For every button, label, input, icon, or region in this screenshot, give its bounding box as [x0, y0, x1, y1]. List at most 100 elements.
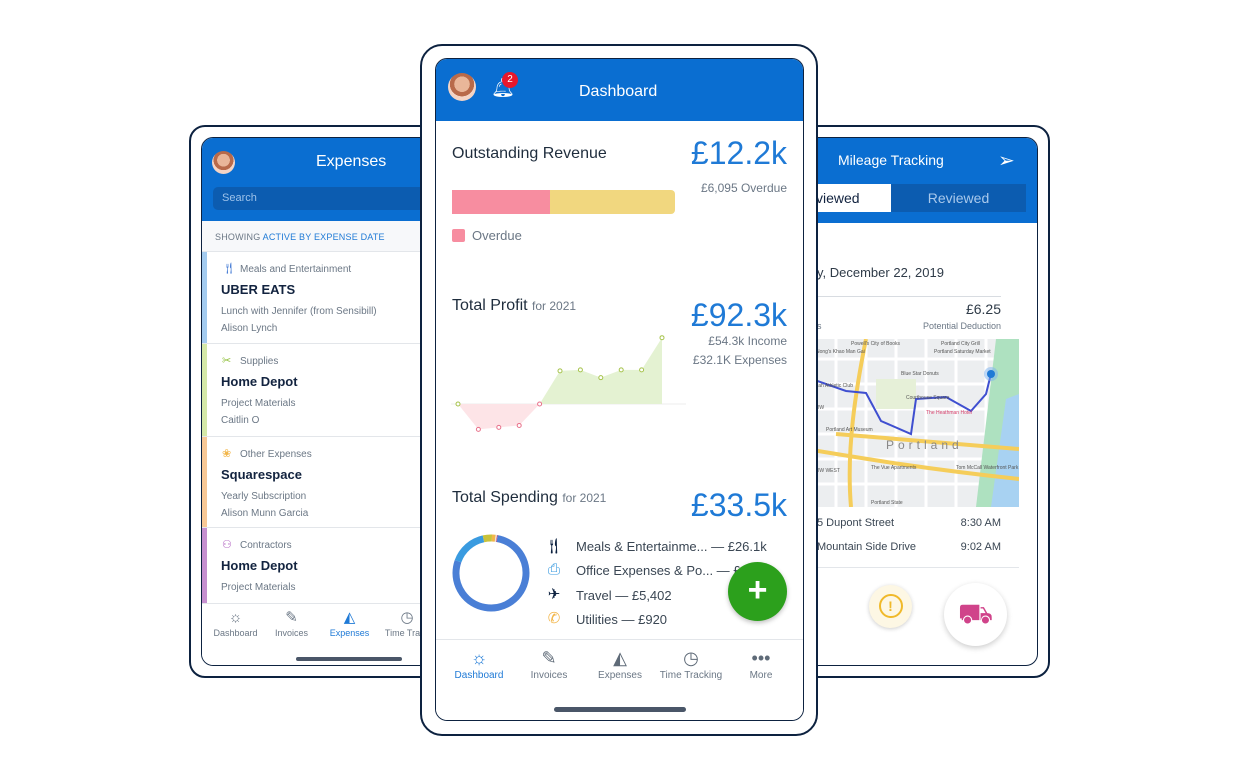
tab-dashboard[interactable]: ☼ Dashboard — [441, 646, 517, 681]
svg-text:Portland City Grill: Portland City Grill — [941, 341, 980, 347]
profit-value: £92.3k — [690, 297, 787, 333]
tools-icon: ✂ — [222, 355, 232, 367]
spending-donut — [452, 534, 530, 612]
business-trip-button[interactable]: ⛟ — [944, 583, 1007, 646]
tab-time-tracking[interactable]: ◷ Time Tracking — [653, 646, 729, 681]
total-profit-card[interactable]: Total Profit for 2021 £92.3k £54.3k Inco… — [436, 291, 803, 481]
tab-expenses[interactable]: ◭ Expenses — [582, 646, 658, 681]
add-button[interactable]: + — [728, 562, 787, 621]
stop-time: 9:02 AM — [960, 541, 1001, 553]
tab-dashboard[interactable]: ☼ Dashboard — [208, 608, 263, 638]
sun-icon: ☼ — [470, 648, 488, 668]
page-title: Dashboard — [579, 83, 658, 100]
expense-category: Meals and Entertainment — [240, 264, 352, 275]
phone-icon: ✆ — [547, 610, 561, 627]
profit-chart — [451, 335, 686, 432]
svg-text:Portland Saturday Market: Portland Saturday Market — [934, 349, 991, 355]
expense-category: Contractors — [240, 540, 292, 551]
spending-item: Meals & Entertainme... — £26.1k — [576, 539, 767, 554]
revenue-bar — [452, 190, 675, 214]
notification-badge: 2 — [502, 72, 518, 88]
tab-label: Dashboard — [213, 628, 258, 638]
pizza-icon: ◭ — [613, 648, 627, 668]
route-map[interactable]: Powell's City of Books Portland City Gril… — [806, 339, 1019, 507]
outstanding-value: £12.2k — [690, 135, 787, 171]
donut-segment — [452, 534, 530, 612]
page-title: Expenses — [316, 153, 387, 170]
income-value: £54.3k Income — [708, 334, 787, 348]
dashboard-tab-bar: ☼ Dashboard ✎ Invoices ◭ Expenses ◷ Time Tra… — [436, 639, 803, 720]
profit-point — [618, 367, 624, 373]
pizza-icon: ◭ — [343, 609, 356, 626]
sun-icon: ☼ — [228, 609, 243, 626]
profit-point — [598, 375, 604, 381]
expenses-screen: Expenses Search SHOWING ACTIVE BY EXPENS… — [201, 137, 441, 666]
expenses-header: Expenses Search — [202, 138, 440, 221]
mileage-screen: Mileage Tracking ➢ viewed Reviewed y, De… — [790, 137, 1038, 666]
printer-icon: ⎙ — [547, 561, 560, 578]
profit-point — [475, 426, 481, 432]
overdue-legend-label: Overdue — [472, 228, 522, 243]
stop-address: Mountain Side Drive — [817, 541, 917, 553]
spending-label: Total Spending — [452, 489, 558, 506]
svg-text:Portland: Portland — [886, 438, 963, 452]
profit-point — [659, 335, 665, 341]
search-placeholder: Search — [222, 192, 257, 204]
avatar[interactable] — [448, 73, 476, 101]
expense-person: Alison Lynch — [221, 323, 278, 334]
fork-knife-icon: 🍴︎ — [544, 538, 564, 555]
trip-card[interactable]: y, December 22, 2019 s £6.25 Potential D… — [791, 233, 1019, 568]
expense-list-item[interactable]: ⚇ Contractors Home Depot Project Materia… — [202, 528, 440, 608]
expenses-value: £32.1K Expenses — [692, 353, 787, 367]
expense-list-item[interactable]: ❀ Other Expenses Squarespace Yearly Subs… — [202, 437, 440, 528]
invoice-icon: ✎ — [541, 648, 557, 668]
expense-list-item[interactable]: 🍴︎ Meals and Entertainment UBER EATS Lun… — [202, 252, 440, 344]
tab-invoices[interactable]: ✎ Invoices — [264, 608, 319, 638]
card-title: Total Spending for 2021 — [452, 489, 606, 507]
expense-description: Lunch with Jennifer (from Sensibill) — [221, 306, 377, 317]
search-input[interactable]: Search — [213, 187, 440, 210]
spending-value: £33.5k — [690, 487, 787, 523]
filter-date[interactable]: EXPENSE DATE — [314, 232, 385, 242]
send-icon[interactable]: ➢ — [998, 148, 1015, 173]
profit-point — [455, 401, 461, 407]
svg-text:Nong's Khao Man Gai: Nong's Khao Man Gai — [816, 349, 865, 355]
stopwatch-icon: ◷ — [683, 648, 699, 668]
svg-text:Courthouse Square: Courthouse Square — [906, 395, 950, 401]
profit-point — [639, 367, 645, 373]
profit-point — [577, 367, 583, 373]
tab-more[interactable]: ••• More — [723, 646, 799, 681]
tab-label: Expenses — [329, 628, 370, 638]
divider — [811, 296, 1001, 297]
avatar[interactable] — [212, 151, 235, 174]
filter-active[interactable]: ACTIVE BY — [263, 232, 312, 242]
filter-prefix: SHOWING — [215, 232, 261, 242]
truck-icon: ⛟ — [957, 598, 994, 629]
card-title: Total Profit for 2021 — [452, 297, 576, 315]
deduction-label: Potential Deduction — [922, 321, 1001, 331]
segment-reviewed[interactable]: Reviewed — [891, 184, 1026, 212]
category-color-bar — [202, 252, 207, 343]
category-color-bar — [202, 528, 207, 607]
overdue-bar-fill — [452, 190, 551, 214]
profit-point — [496, 424, 502, 430]
invoice-icon: ✎ — [285, 609, 298, 626]
airplane-icon: ✈ — [547, 586, 561, 603]
tab-expenses[interactable]: ◭ Expenses — [322, 608, 377, 638]
dashboard-screen: 🔔︎ 2 Dashboard Outstanding Revenue £12.2… — [435, 58, 804, 721]
expense-description: Yearly Subscription — [221, 491, 307, 502]
alert-icon: ! — [878, 594, 903, 618]
filter-bar[interactable]: SHOWING ACTIVE BY EXPENSE DATE — [202, 221, 440, 252]
expense-list-item[interactable]: ✂ Supplies Home Depot Project Materials … — [202, 344, 440, 437]
tab-label: More — [749, 670, 773, 681]
svg-text:Portland Art Museum: Portland Art Museum — [826, 427, 873, 433]
card-title: Outstanding Revenue — [452, 145, 607, 162]
tab-invoices[interactable]: ✎ Invoices — [511, 646, 587, 681]
expense-person: Alison Munn Garcia — [221, 508, 309, 519]
overdue-amount: £6,095 Overdue — [700, 181, 787, 195]
expenses-tab-bar: ☼ Dashboard ✎ Invoices ◭ Expenses ◷ Time Tra… — [202, 603, 440, 665]
outstanding-revenue-card[interactable]: Outstanding Revenue £12.2k £6,095 Overdu… — [436, 121, 803, 291]
flag-button[interactable]: ! — [869, 585, 912, 628]
expense-merchant: Home Depot — [221, 374, 298, 389]
tab-label: Invoices — [274, 628, 309, 638]
